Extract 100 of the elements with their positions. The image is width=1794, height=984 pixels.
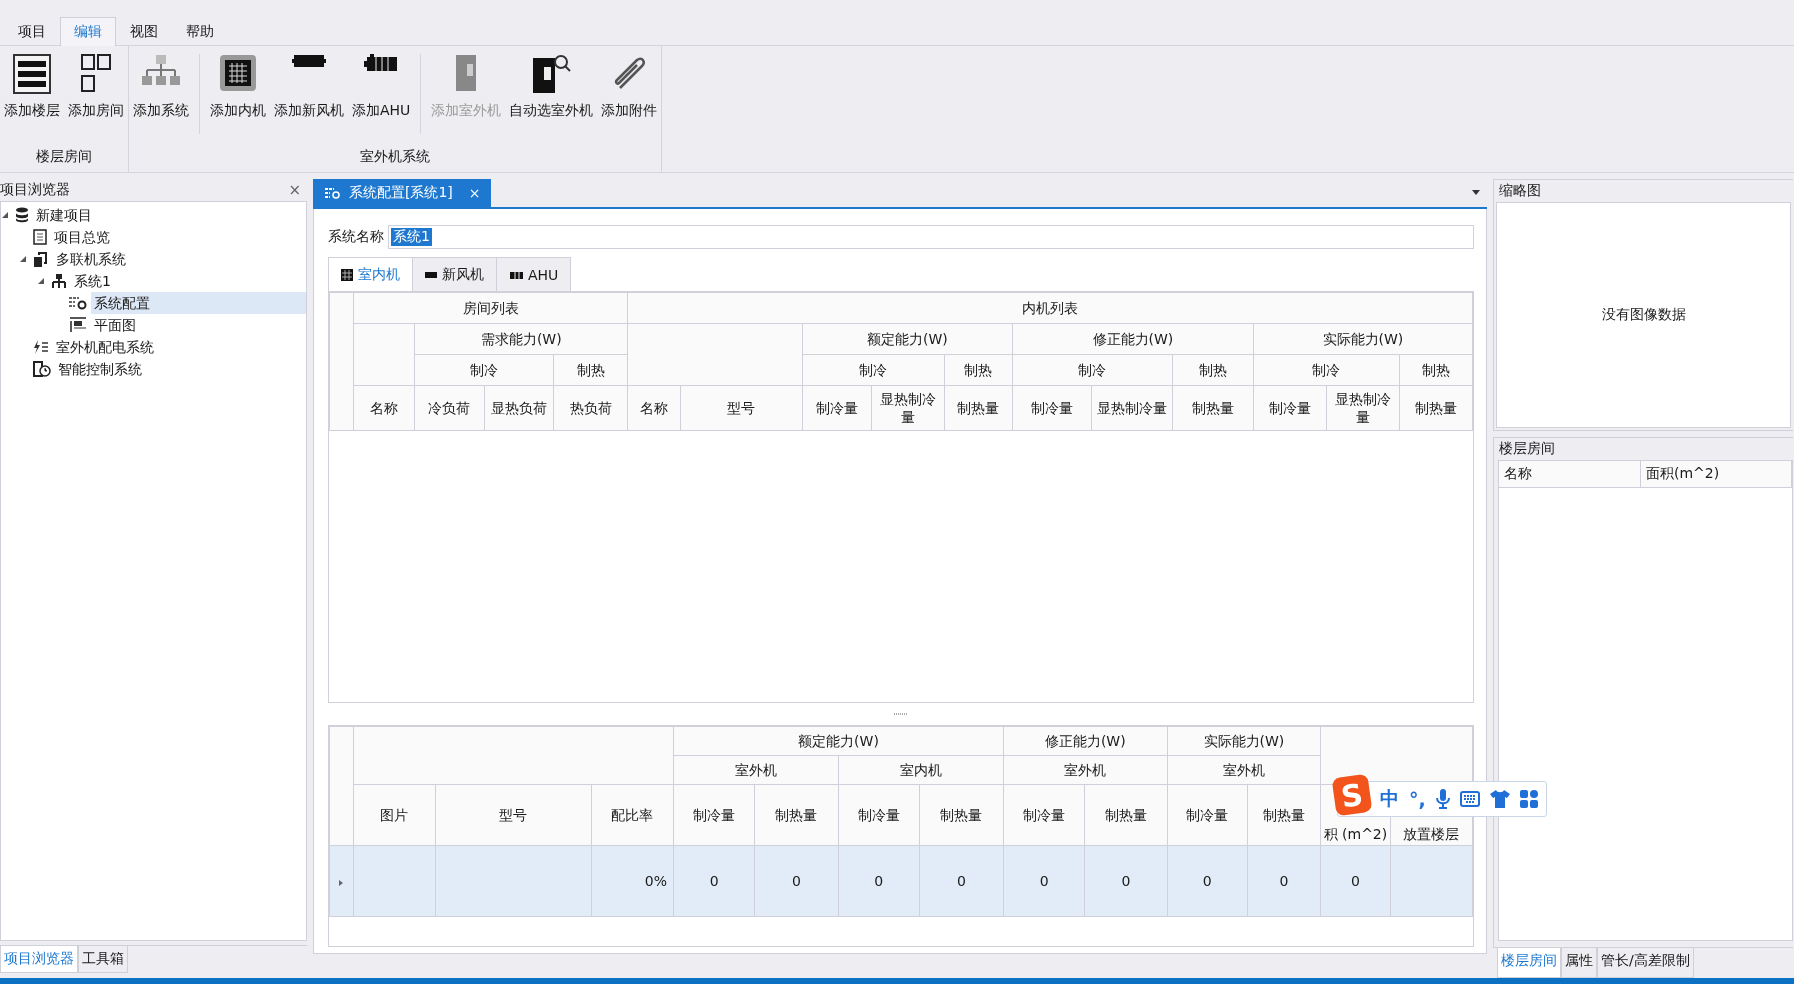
indoor-unit-icon bbox=[219, 54, 257, 92]
splitter-grip-icon[interactable] bbox=[893, 712, 909, 716]
microphone-icon[interactable] bbox=[1435, 789, 1450, 809]
column-header: 制热 bbox=[1399, 354, 1473, 386]
column-header: 名称 bbox=[1499, 461, 1641, 487]
column-header: 需求能力(W) bbox=[414, 323, 628, 355]
outdoor-unit-icon bbox=[455, 54, 478, 92]
column-header: 制热量 bbox=[944, 385, 1013, 431]
column-header: 制冷 bbox=[1253, 354, 1400, 386]
tree-item[interactable]: 系统配置 bbox=[91, 292, 306, 314]
hierarchy-icon bbox=[51, 274, 67, 288]
panel-title: 项目浏览器 bbox=[0, 181, 70, 199]
column-header: 型号 bbox=[680, 385, 803, 431]
table-cell: 0 bbox=[838, 845, 920, 917]
table-cell: 0 bbox=[1084, 845, 1168, 917]
tree-item[interactable]: 平面图 bbox=[91, 314, 139, 336]
column-header: 制热 bbox=[1172, 354, 1254, 386]
panel-tab[interactable]: 项目浏览器 bbox=[0, 946, 78, 973]
column-header: 型号 bbox=[435, 784, 592, 846]
group-label: 楼层房间 bbox=[35, 147, 93, 166]
ribbon-button[interactable]: 自动选室外机 bbox=[505, 54, 598, 120]
field-label: 系统名称 bbox=[328, 228, 384, 246]
column-header: 配比率 bbox=[591, 784, 674, 846]
column-header: 冷负荷 bbox=[414, 385, 485, 431]
column-header: 实际能力(W) bbox=[1167, 726, 1321, 756]
tree-item[interactable]: 室外机配电系统 bbox=[53, 336, 157, 358]
table-cell: 0 bbox=[1320, 845, 1391, 917]
column-header: 额定能力(W) bbox=[673, 726, 1004, 756]
column-header: 名称 bbox=[353, 385, 415, 431]
table-cell: 0 bbox=[919, 845, 1004, 917]
tab-label: 系统配置[系统1] bbox=[349, 184, 453, 202]
column-header: 室内机 bbox=[838, 755, 1004, 785]
indoor-unit-icon bbox=[341, 268, 353, 281]
grid-gear-icon bbox=[69, 296, 87, 310]
menu-tab[interactable]: 视图 bbox=[116, 17, 172, 46]
column-header: 房间列表 bbox=[353, 292, 628, 324]
ribbon-button[interactable]: 添加楼层 bbox=[0, 54, 64, 120]
tree-item[interactable]: 新建项目 bbox=[33, 204, 95, 226]
menu-tab[interactable]: 编辑 bbox=[60, 17, 116, 46]
column-header: 名称 bbox=[627, 385, 681, 431]
column-header: 制热 bbox=[553, 354, 628, 386]
column-header: 图片 bbox=[353, 784, 436, 846]
ribbon-button[interactable]: 添加系统 bbox=[129, 54, 193, 120]
column-header: 制热量 bbox=[1399, 385, 1473, 431]
menu-tab[interactable]: 项目 bbox=[4, 17, 60, 46]
document-tab[interactable]: 系统配置[系统1] × bbox=[313, 179, 491, 207]
table-cell: 0% bbox=[591, 845, 674, 917]
shirt-icon[interactable] bbox=[1489, 790, 1510, 808]
column-header: 室外机 bbox=[1003, 755, 1168, 785]
system-name-field[interactable]: 系统1 bbox=[388, 225, 1474, 249]
ribbon-button[interactable]: 添加新风机 bbox=[270, 54, 348, 120]
column-header: 制热量 bbox=[1172, 385, 1254, 431]
punctuation-button[interactable]: °, bbox=[1409, 788, 1426, 810]
dropdown-caret-icon[interactable] bbox=[1471, 190, 1481, 196]
keyboard-icon[interactable] bbox=[1459, 791, 1480, 807]
row-pointer-icon bbox=[339, 880, 344, 886]
panel-tab[interactable]: 工具箱 bbox=[78, 946, 128, 973]
ribbon-button[interactable]: 添加房间 bbox=[64, 54, 128, 120]
column-header: 室外机 bbox=[1167, 755, 1321, 785]
tree-item[interactable]: 系统1 bbox=[71, 270, 114, 292]
column-header: 面积(m^2) bbox=[1641, 461, 1792, 487]
sub-tab[interactable]: 室内机 bbox=[328, 257, 413, 291]
tree-item[interactable]: 多联机系统 bbox=[53, 248, 129, 270]
menu-tab[interactable]: 帮助 bbox=[172, 17, 228, 46]
ribbon-button[interactable]: 添加AHU bbox=[348, 54, 415, 120]
close-icon[interactable]: × bbox=[288, 181, 301, 199]
panel-tab[interactable]: 楼层房间 bbox=[1497, 948, 1561, 978]
tree-item[interactable]: 项目总览 bbox=[51, 226, 113, 248]
ahu-unit-icon bbox=[364, 54, 399, 72]
column-header: 显热制冷量 bbox=[1091, 385, 1173, 431]
column-header: 制冷 bbox=[1012, 354, 1173, 386]
expand-arrow-icon[interactable] bbox=[19, 255, 27, 263]
column-header: 内机列表 bbox=[627, 292, 1473, 324]
empty-message: 没有图像数据 bbox=[1601, 306, 1686, 324]
apps-grid-icon[interactable] bbox=[1519, 790, 1538, 808]
sub-tab[interactable]: 新风机 bbox=[412, 257, 497, 291]
ribbon-button[interactable]: 添加附件 bbox=[597, 54, 662, 120]
expand-arrow-icon[interactable] bbox=[37, 277, 45, 285]
table-cell: 0 bbox=[754, 845, 838, 917]
column-header: 制热量 bbox=[754, 784, 838, 846]
floor-stack-icon bbox=[13, 54, 51, 94]
database-icon bbox=[15, 207, 29, 223]
column-header: 室外机 bbox=[673, 755, 838, 785]
sub-tab[interactable]: AHU bbox=[496, 257, 572, 291]
fresh-air-unit-icon bbox=[425, 271, 437, 278]
column-header: 热负荷 bbox=[553, 385, 628, 431]
room-grid-icon bbox=[81, 54, 111, 92]
expand-arrow-icon[interactable] bbox=[1, 211, 9, 219]
document-icon bbox=[33, 229, 47, 245]
column-header: 制冷 bbox=[414, 354, 554, 386]
column-header: 额定能力(W) bbox=[802, 323, 1013, 355]
column-header: 显热制冷量 bbox=[1326, 385, 1400, 431]
panel-title: 缩略图 bbox=[1498, 182, 1541, 200]
column-header: 制冷量 bbox=[1012, 385, 1092, 431]
close-icon[interactable]: × bbox=[468, 185, 481, 201]
ribbon-button[interactable]: 添加内机 bbox=[206, 54, 270, 120]
column-header: 显热负荷 bbox=[484, 385, 554, 431]
column-header: 制热量 bbox=[919, 784, 1004, 846]
outdoor-unit-search-icon bbox=[531, 54, 572, 94]
tree-item[interactable]: 智能控制系统 bbox=[55, 358, 145, 380]
